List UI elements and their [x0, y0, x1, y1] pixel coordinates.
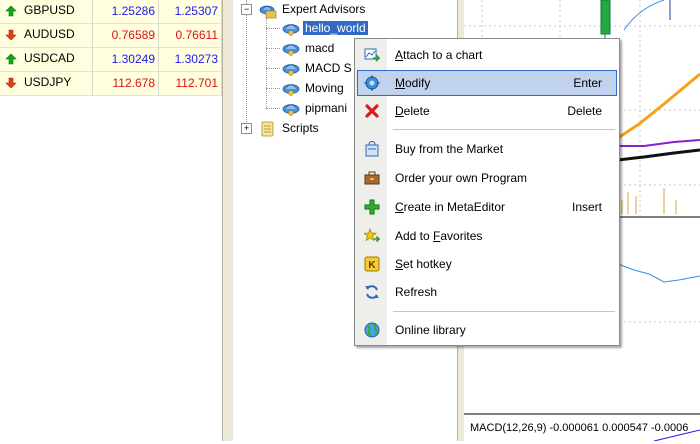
menu-mnemonic: M — [395, 76, 405, 90]
tree-label: macd — [305, 41, 335, 55]
market-row-gbpusd[interactable]: GBPUSD 1.25286 1.25307 — [0, 0, 222, 24]
market-row-usdjpy[interactable]: USDJPY 112.678 112.701 — [0, 72, 222, 96]
expert-advisor-icon — [282, 64, 300, 76]
menu-item-attach-to-chart[interactable]: Attach to a chart — [357, 42, 617, 68]
expert-advisor-folder-icon — [259, 5, 277, 19]
menu-item-label: odify — [405, 76, 431, 90]
symbol-name: GBPUSD — [24, 3, 75, 17]
context-menu: Attach to a chart Modify Enter Delete De… — [354, 38, 620, 346]
moving-average-black — [617, 148, 700, 162]
tree-line — [266, 108, 280, 109]
expert-advisor-icon — [282, 44, 300, 56]
tree-label: Scripts — [282, 121, 319, 135]
up-arrow-icon — [5, 53, 17, 65]
ask-price: 1.30273 — [159, 48, 222, 72]
menu-item-label: Buy from the Market — [395, 142, 504, 156]
moving-average-orange — [617, 72, 700, 140]
menu-item-set-hotkey[interactable]: K Set hotkey — [357, 251, 617, 277]
candle-bull — [600, 0, 611, 35]
bid-price: 1.25286 — [93, 0, 159, 24]
oscillator-line — [617, 263, 700, 283]
menu-item-label: reate in MetaEditor — [403, 200, 506, 214]
symbol-name: USDJPY — [24, 75, 72, 89]
menu-mnemonic: A — [395, 48, 404, 62]
market-watch-panel: GBPUSD 1.25286 1.25307 AUDUSD 0.76589 0.… — [0, 0, 229, 441]
menu-item-label: ttach to a chart — [403, 48, 483, 62]
bid-price: 112.678 — [93, 72, 159, 96]
globe-icon — [364, 322, 380, 338]
menu-separator — [393, 311, 615, 312]
menu-mnemonic: C — [395, 200, 404, 214]
tree-label-selected: hello_world — [302, 20, 369, 36]
tree-line — [266, 28, 280, 29]
scripts-folder-icon — [261, 121, 274, 137]
delete-x-icon — [365, 104, 379, 118]
symbol-name: USDCAD — [24, 51, 75, 65]
up-arrow-icon — [5, 5, 17, 17]
market-bag-icon — [365, 141, 379, 157]
collapse-toggle-icon[interactable]: − — [241, 4, 252, 15]
menu-separator — [393, 129, 615, 130]
hotkey-k-icon: K — [364, 256, 380, 272]
tree-line — [266, 18, 267, 108]
bid-price: 1.30249 — [93, 48, 159, 72]
menu-item-create-in-metaeditor[interactable]: Create in MetaEditor Insert — [357, 194, 617, 220]
tree-label: MACD S — [305, 61, 352, 75]
menu-shortcut: Insert — [571, 200, 602, 214]
tree-label: Moving — [305, 81, 344, 95]
menu-item-label: Refresh — [395, 285, 438, 299]
menu-shortcut: Enter — [573, 76, 602, 90]
macd-indicator-label: MACD(12,26,9) -0.000061 0.000547 -0.0006 — [470, 422, 689, 434]
menu-item-label: Add to — [395, 229, 434, 243]
symbol-name: AUDUSD — [24, 27, 75, 41]
volume-bars — [621, 188, 677, 214]
expert-advisor-icon — [282, 104, 300, 116]
ask-price: 112.701 — [159, 72, 222, 96]
menu-shortcut: Delete — [567, 104, 602, 118]
market-row-audusd[interactable]: AUDUSD 0.76589 0.76611 — [0, 24, 222, 48]
ask-price: 0.76611 — [159, 24, 222, 48]
tree-label: pipmani — [305, 101, 348, 115]
tree-line — [266, 68, 280, 69]
expert-advisor-icon — [282, 24, 300, 36]
menu-item-delete[interactable]: Delete Delete — [357, 98, 617, 124]
menu-item-refresh[interactable]: Refresh — [357, 279, 617, 305]
down-arrow-icon — [5, 29, 17, 41]
menu-mnemonic: D — [395, 104, 404, 118]
down-arrow-icon — [5, 77, 17, 89]
plus-icon — [364, 199, 380, 215]
market-row-usdcad[interactable]: USDCAD 1.30249 1.30273 — [0, 48, 222, 72]
menu-item-label: Order your own Program — [395, 171, 528, 185]
menu-item-online-library[interactable]: Online library — [357, 317, 617, 343]
refresh-icon — [365, 285, 379, 299]
tree-line — [266, 88, 280, 89]
menu-item-buy-from-market[interactable]: Buy from the Market — [357, 136, 617, 162]
menu-item-label: elete — [403, 104, 430, 118]
svg-text:K: K — [368, 260, 376, 271]
tree-line — [266, 48, 280, 49]
tree-folder-expert-advisors[interactable]: − Expert Advisors — [241, 1, 441, 19]
menu-mnemonic: S — [395, 257, 404, 271]
attach-chart-icon — [364, 48, 380, 62]
tree-label: Expert Advisors — [282, 2, 366, 16]
expand-toggle-icon[interactable]: + — [241, 123, 252, 134]
moving-average-purple — [618, 139, 700, 147]
expert-advisor-icon — [282, 84, 300, 96]
briefcase-icon — [364, 171, 380, 185]
tree-item-hello-world[interactable]: hello_world — [281, 20, 441, 38]
menu-item-modify[interactable]: Modify Enter — [357, 70, 617, 96]
menu-item-label: avorites — [440, 229, 483, 243]
menu-item-label: Online library — [395, 323, 466, 337]
ask-price: 1.25307 — [159, 0, 222, 24]
menu-item-label: et hotkey — [403, 257, 452, 271]
menu-item-order-program[interactable]: Order your own Program — [357, 165, 617, 191]
bid-price: 0.76589 — [93, 24, 159, 48]
menu-item-add-to-favorites[interactable]: Add to Favorites — [357, 223, 617, 249]
favorites-star-icon — [364, 228, 380, 243]
modify-gear-icon — [364, 75, 380, 91]
